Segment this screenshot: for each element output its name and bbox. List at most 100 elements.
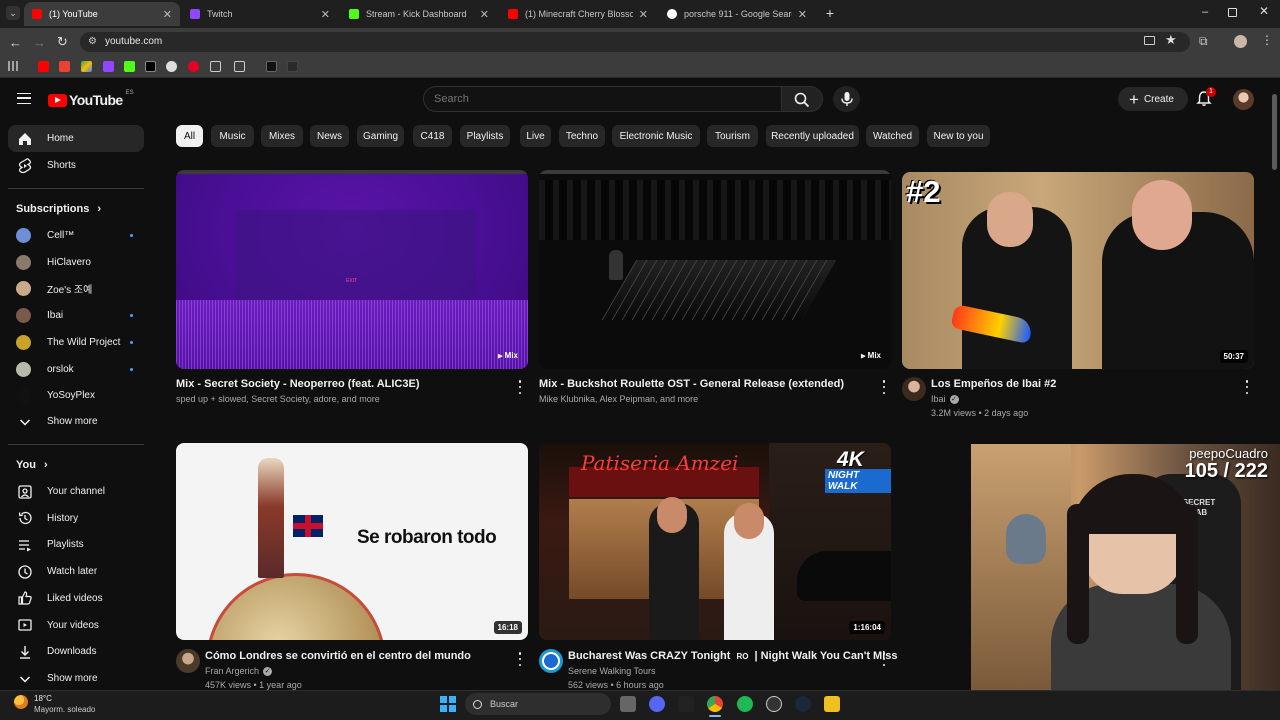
subscription-item[interactable]: Cell™	[8, 222, 144, 249]
subscription-item[interactable]: The Wild Project	[8, 329, 144, 356]
video-thumbnail[interactable]: #2 50:37	[902, 172, 1254, 369]
chip-techno[interactable]: Techno	[559, 125, 605, 147]
chip-recently-uploaded[interactable]: Recently uploaded	[766, 125, 859, 147]
tab-close-icon[interactable]: ✕	[480, 8, 489, 21]
chip-electronic-music[interactable]: Electronic Music	[612, 125, 700, 147]
tab-close-icon[interactable]: ✕	[639, 8, 648, 21]
extensions-icon[interactable]: ⧉	[1199, 34, 1208, 49]
forward-icon[interactable]: →	[33, 35, 46, 50]
search-box[interactable]	[423, 86, 782, 112]
steam-icon[interactable]	[795, 696, 811, 712]
bookmark-chatgpt-icon[interactable]	[166, 61, 177, 72]
bookmark-folder-icon[interactable]	[210, 61, 221, 72]
show-more-subscriptions[interactable]: Show more	[8, 408, 144, 435]
weather-icon[interactable]	[14, 695, 28, 709]
subscription-item[interactable]: Zoe's 조예	[8, 275, 144, 302]
video-title[interactable]: Mix - Buckshot Roulette OST - General Re…	[539, 378, 844, 390]
channel-name[interactable]: Ibai ✓	[931, 394, 959, 404]
browser-tab[interactable]: porsche 911 - Google Search ✕	[659, 2, 815, 26]
obs-icon[interactable]	[766, 696, 782, 712]
minimize-button[interactable]: –	[1198, 6, 1212, 20]
subscription-item[interactable]: Ibai	[8, 302, 144, 329]
video-title[interactable]: Mix - Secret Society - Neoperreo (feat. …	[176, 378, 420, 390]
bookmark-kick-icon[interactable]	[124, 61, 135, 72]
channel-avatar[interactable]	[902, 377, 926, 401]
bookmark-tiktok-icon[interactable]	[266, 61, 277, 72]
account-avatar[interactable]	[1233, 89, 1254, 110]
tab-close-icon[interactable]: ✕	[321, 8, 330, 21]
chip-playlists[interactable]: Playlists	[460, 125, 510, 147]
close-window-button[interactable]: ✕	[1257, 4, 1271, 18]
search-input[interactable]	[434, 92, 764, 106]
subscription-item[interactable]: HiClavero	[8, 249, 144, 276]
channel-name[interactable]: Serene Walking Tours	[568, 666, 656, 676]
bookmark-x-icon[interactable]	[145, 61, 156, 72]
video-title[interactable]: Los Empeños de Ibai #2	[931, 378, 1056, 390]
sidebar-item-your-channel[interactable]: Your channel	[8, 478, 144, 505]
sidebar-item-playlists[interactable]: Playlists	[8, 531, 144, 558]
chip-mixes[interactable]: Mixes	[261, 125, 303, 147]
tab-search-button[interactable]: ⌄	[6, 6, 20, 20]
sidebar-item-watch-later[interactable]: Watch later	[8, 558, 144, 585]
chip-watched[interactable]: Watched	[866, 125, 919, 147]
windows-start-icon[interactable]	[440, 696, 456, 712]
spotify-icon[interactable]	[737, 696, 753, 712]
channel-avatar[interactable]	[176, 649, 200, 673]
address-bar[interactable]: ⚙ youtube.com	[80, 32, 1190, 52]
hamburger-menu-icon[interactable]	[17, 93, 31, 104]
sidebar-item-home[interactable]: Home	[8, 125, 144, 152]
subscriptions-header[interactable]: Subscriptions ›	[16, 203, 101, 215]
sidebar-item-downloads[interactable]: Downloads	[8, 638, 144, 665]
sidebar-item-liked-videos[interactable]: Liked videos	[8, 585, 144, 612]
video-menu-icon[interactable]	[879, 380, 889, 394]
subscription-item[interactable]: orslok	[8, 356, 144, 383]
video-menu-icon[interactable]	[515, 380, 525, 394]
youtube-logo[interactable]: YouTube ES	[48, 90, 134, 108]
you-header[interactable]: You ›	[16, 459, 48, 471]
browser-tab[interactable]: Stream - Kick Dashboard ✕	[341, 2, 497, 26]
app-icon[interactable]	[678, 696, 694, 712]
sidebar-item-shorts[interactable]: Shorts	[8, 152, 144, 179]
new-tab-button[interactable]: +	[823, 6, 837, 20]
site-info-icon[interactable]: ⚙	[88, 36, 97, 47]
sidebar-item-your-videos[interactable]: Your videos	[8, 612, 144, 639]
chip-new-to-you[interactable]: New to you	[927, 125, 990, 147]
pencil-app-icon[interactable]	[824, 696, 840, 712]
browser-tab[interactable]: (1) YouTube ✕	[24, 2, 180, 26]
subscription-item[interactable]: YoSoyPlex	[8, 382, 144, 409]
chip-news[interactable]: News	[310, 125, 349, 147]
browser-tab[interactable]: Twitch ✕	[182, 2, 338, 26]
video-menu-icon[interactable]	[879, 652, 889, 666]
chip-gaming[interactable]: Gaming	[357, 125, 404, 147]
bookmark-star-icon[interactable]: ★	[1165, 32, 1177, 48]
notifications-button[interactable]: 1	[1196, 87, 1216, 108]
video-title[interactable]: Bucharest Was CRAZY Tonight RO | Night W…	[568, 650, 898, 662]
video-menu-icon[interactable]	[515, 652, 525, 666]
video-thumbnail[interactable]: Se robaron todo 16:18	[176, 443, 528, 640]
bookmark-folder-c-icon[interactable]	[234, 61, 245, 72]
bookmark-pinterest-icon[interactable]	[188, 61, 199, 72]
search-button[interactable]	[781, 86, 823, 112]
chip-live[interactable]: Live	[520, 125, 551, 147]
chip-all[interactable]: All	[176, 125, 203, 147]
discord-icon[interactable]	[649, 696, 665, 712]
install-icon[interactable]	[1144, 36, 1155, 45]
tab-close-icon[interactable]: ✕	[163, 8, 172, 21]
chip-tourism[interactable]: Tourism	[707, 125, 758, 147]
taskbar-search[interactable]: Buscar	[465, 693, 611, 715]
bookmark-youtube-icon[interactable]	[38, 61, 49, 72]
bookmark-gmail-icon[interactable]	[59, 61, 70, 72]
back-icon[interactable]: ←	[9, 35, 22, 50]
channel-name[interactable]: Fran Argerich ✓	[205, 666, 273, 676]
sidebar-item-history[interactable]: History	[8, 505, 144, 532]
chip-c418[interactable]: C418	[413, 125, 452, 147]
reload-icon[interactable]: ↻	[57, 34, 68, 50]
menu-kebab-icon[interactable]: ⋮	[1261, 33, 1273, 47]
show-more-you[interactable]: Show more	[8, 665, 144, 692]
scrollbar-thumb[interactable]	[1272, 94, 1277, 170]
channel-avatar[interactable]	[539, 649, 563, 673]
chip-music[interactable]: Music	[211, 125, 254, 147]
bookmark-twitch-icon[interactable]	[103, 61, 114, 72]
video-menu-icon[interactable]	[1242, 380, 1252, 394]
bookmark-misc-icon[interactable]	[287, 61, 298, 72]
